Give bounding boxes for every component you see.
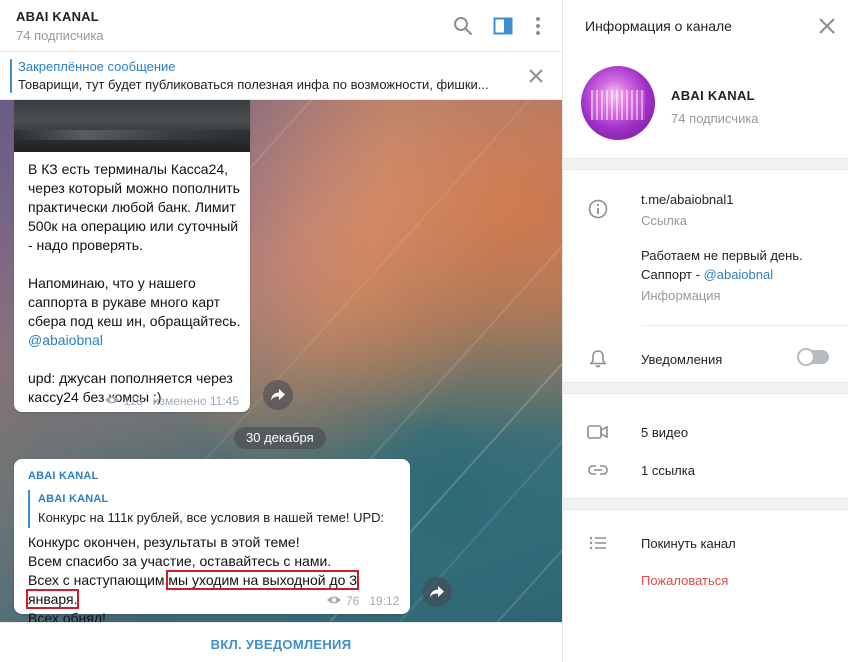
channel-name: ABAI KANAL — [671, 88, 755, 103]
message-author[interactable]: ABAI KANAL — [28, 470, 98, 482]
pinned-text: Товарищи, тут будет публиковаться полезн… — [18, 77, 489, 92]
mention-link[interactable]: @abaiobnal — [28, 332, 103, 348]
edited-time: изменено 11:45 — [152, 394, 239, 408]
close-icon[interactable] — [526, 66, 546, 86]
bell-icon — [587, 348, 609, 370]
chat-header[interactable]: ABAI KANAL 74 подписчика — [0, 0, 562, 52]
pinned-message[interactable]: Закреплённое сообщение Товарищи, тут буд… — [0, 52, 562, 100]
chat-title[interactable]: ABAI KANAL — [16, 9, 99, 24]
eye-icon — [326, 594, 342, 608]
close-icon[interactable] — [817, 16, 837, 36]
message-text-span: Напоминаю, что у нашего саппорта в рукав… — [28, 275, 241, 329]
chat-column: ABAI KANAL 74 подписчика Закреплённое со… — [0, 0, 562, 662]
chat-subscriber-count: 74 подписчика — [16, 28, 104, 43]
enable-notifications-button[interactable]: ВКЛ. УВЕДОМЛЕНИЯ — [0, 623, 562, 662]
mention-link[interactable]: @abaiobnal — [704, 267, 774, 282]
video-icon — [587, 421, 609, 443]
chat-footer: ВКЛ. УВЕДОМЛЕНИЯ — [0, 622, 562, 662]
toggle-knob — [797, 348, 815, 366]
notifications-label: Уведомления — [641, 352, 723, 367]
section-divider — [563, 382, 848, 394]
channel-info-panel: Информация о канале ABAI KANAL 74 подпис… — [562, 0, 848, 662]
message-meta: 76 19:12 — [326, 594, 399, 608]
notifications-toggle[interactable] — [797, 348, 829, 366]
leave-channel-button[interactable]: Покинуть канал — [641, 536, 736, 551]
channel-description-label: Информация — [641, 288, 721, 303]
forward-icon[interactable] — [422, 577, 452, 607]
date-separator: 30 декабря — [234, 427, 326, 449]
list-icon — [587, 532, 609, 554]
pinned-title: Закреплённое сообщение — [18, 59, 176, 74]
telegram-window: ABAI KANAL 74 подписчика Закреплённое со… — [0, 0, 848, 662]
message-text: В КЗ есть терминалы Касса24, через котор… — [28, 160, 246, 407]
report-button[interactable]: Пожаловаться — [641, 573, 728, 588]
more-vertical-icon[interactable] — [526, 14, 550, 38]
section-divider — [563, 498, 848, 510]
panel-title: Информация о канале — [585, 18, 732, 34]
message-line: Всем спасибо за участие, оставайтесь с н… — [28, 553, 332, 569]
channel-subscribers: 74 подписчика — [671, 111, 759, 126]
message-time: 19:12 — [369, 594, 400, 608]
message-paragraph: Напоминаю, что у нашего саппорта в рукав… — [28, 274, 246, 350]
message-meta: 118 изменено 11:45 — [104, 394, 239, 408]
videos-count[interactable]: 5 видео — [641, 425, 688, 440]
channel-link-label: Ссылка — [641, 213, 688, 228]
channel-description-line: Саппорт - @abaiobnal — [641, 267, 773, 282]
channel-description-line: Работаем не первый день. — [641, 248, 803, 263]
reply-accent-bar — [28, 490, 30, 528]
links-count[interactable]: 1 ссылка — [641, 463, 695, 478]
info-icon — [587, 198, 609, 220]
row-divider — [641, 325, 848, 326]
message-bubble[interactable]: В КЗ есть терминалы Касса24, через котор… — [14, 100, 250, 412]
eye-icon — [104, 394, 120, 408]
message-photo[interactable] — [14, 100, 250, 152]
description-text: Саппорт - — [641, 267, 704, 282]
channel-link[interactable]: t.me/abaiobnal1 — [641, 192, 734, 207]
pinned-accent-bar — [10, 59, 12, 93]
channel-avatar[interactable] — [581, 66, 655, 140]
message-text-span: Всех с наступающим, — [28, 572, 169, 588]
reply-author[interactable]: ABAI KANAL — [38, 493, 108, 505]
view-count: 76 — [346, 594, 360, 608]
message-paragraph: В КЗ есть терминалы Касса24, через котор… — [28, 161, 240, 253]
forward-icon[interactable] — [263, 380, 293, 410]
sidebar-toggle-icon[interactable] — [491, 14, 515, 38]
view-count: 118 — [123, 394, 143, 408]
message-line: Конкурс окончен, результаты в этой теме! — [28, 534, 300, 550]
link-icon — [587, 459, 609, 481]
message-text: Конкурс окончен, результаты в этой теме!… — [25, 533, 408, 628]
reply-text[interactable]: Конкурс на 111к рублей, все условия в на… — [38, 510, 394, 525]
section-divider — [563, 158, 848, 170]
search-icon[interactable] — [451, 14, 475, 38]
